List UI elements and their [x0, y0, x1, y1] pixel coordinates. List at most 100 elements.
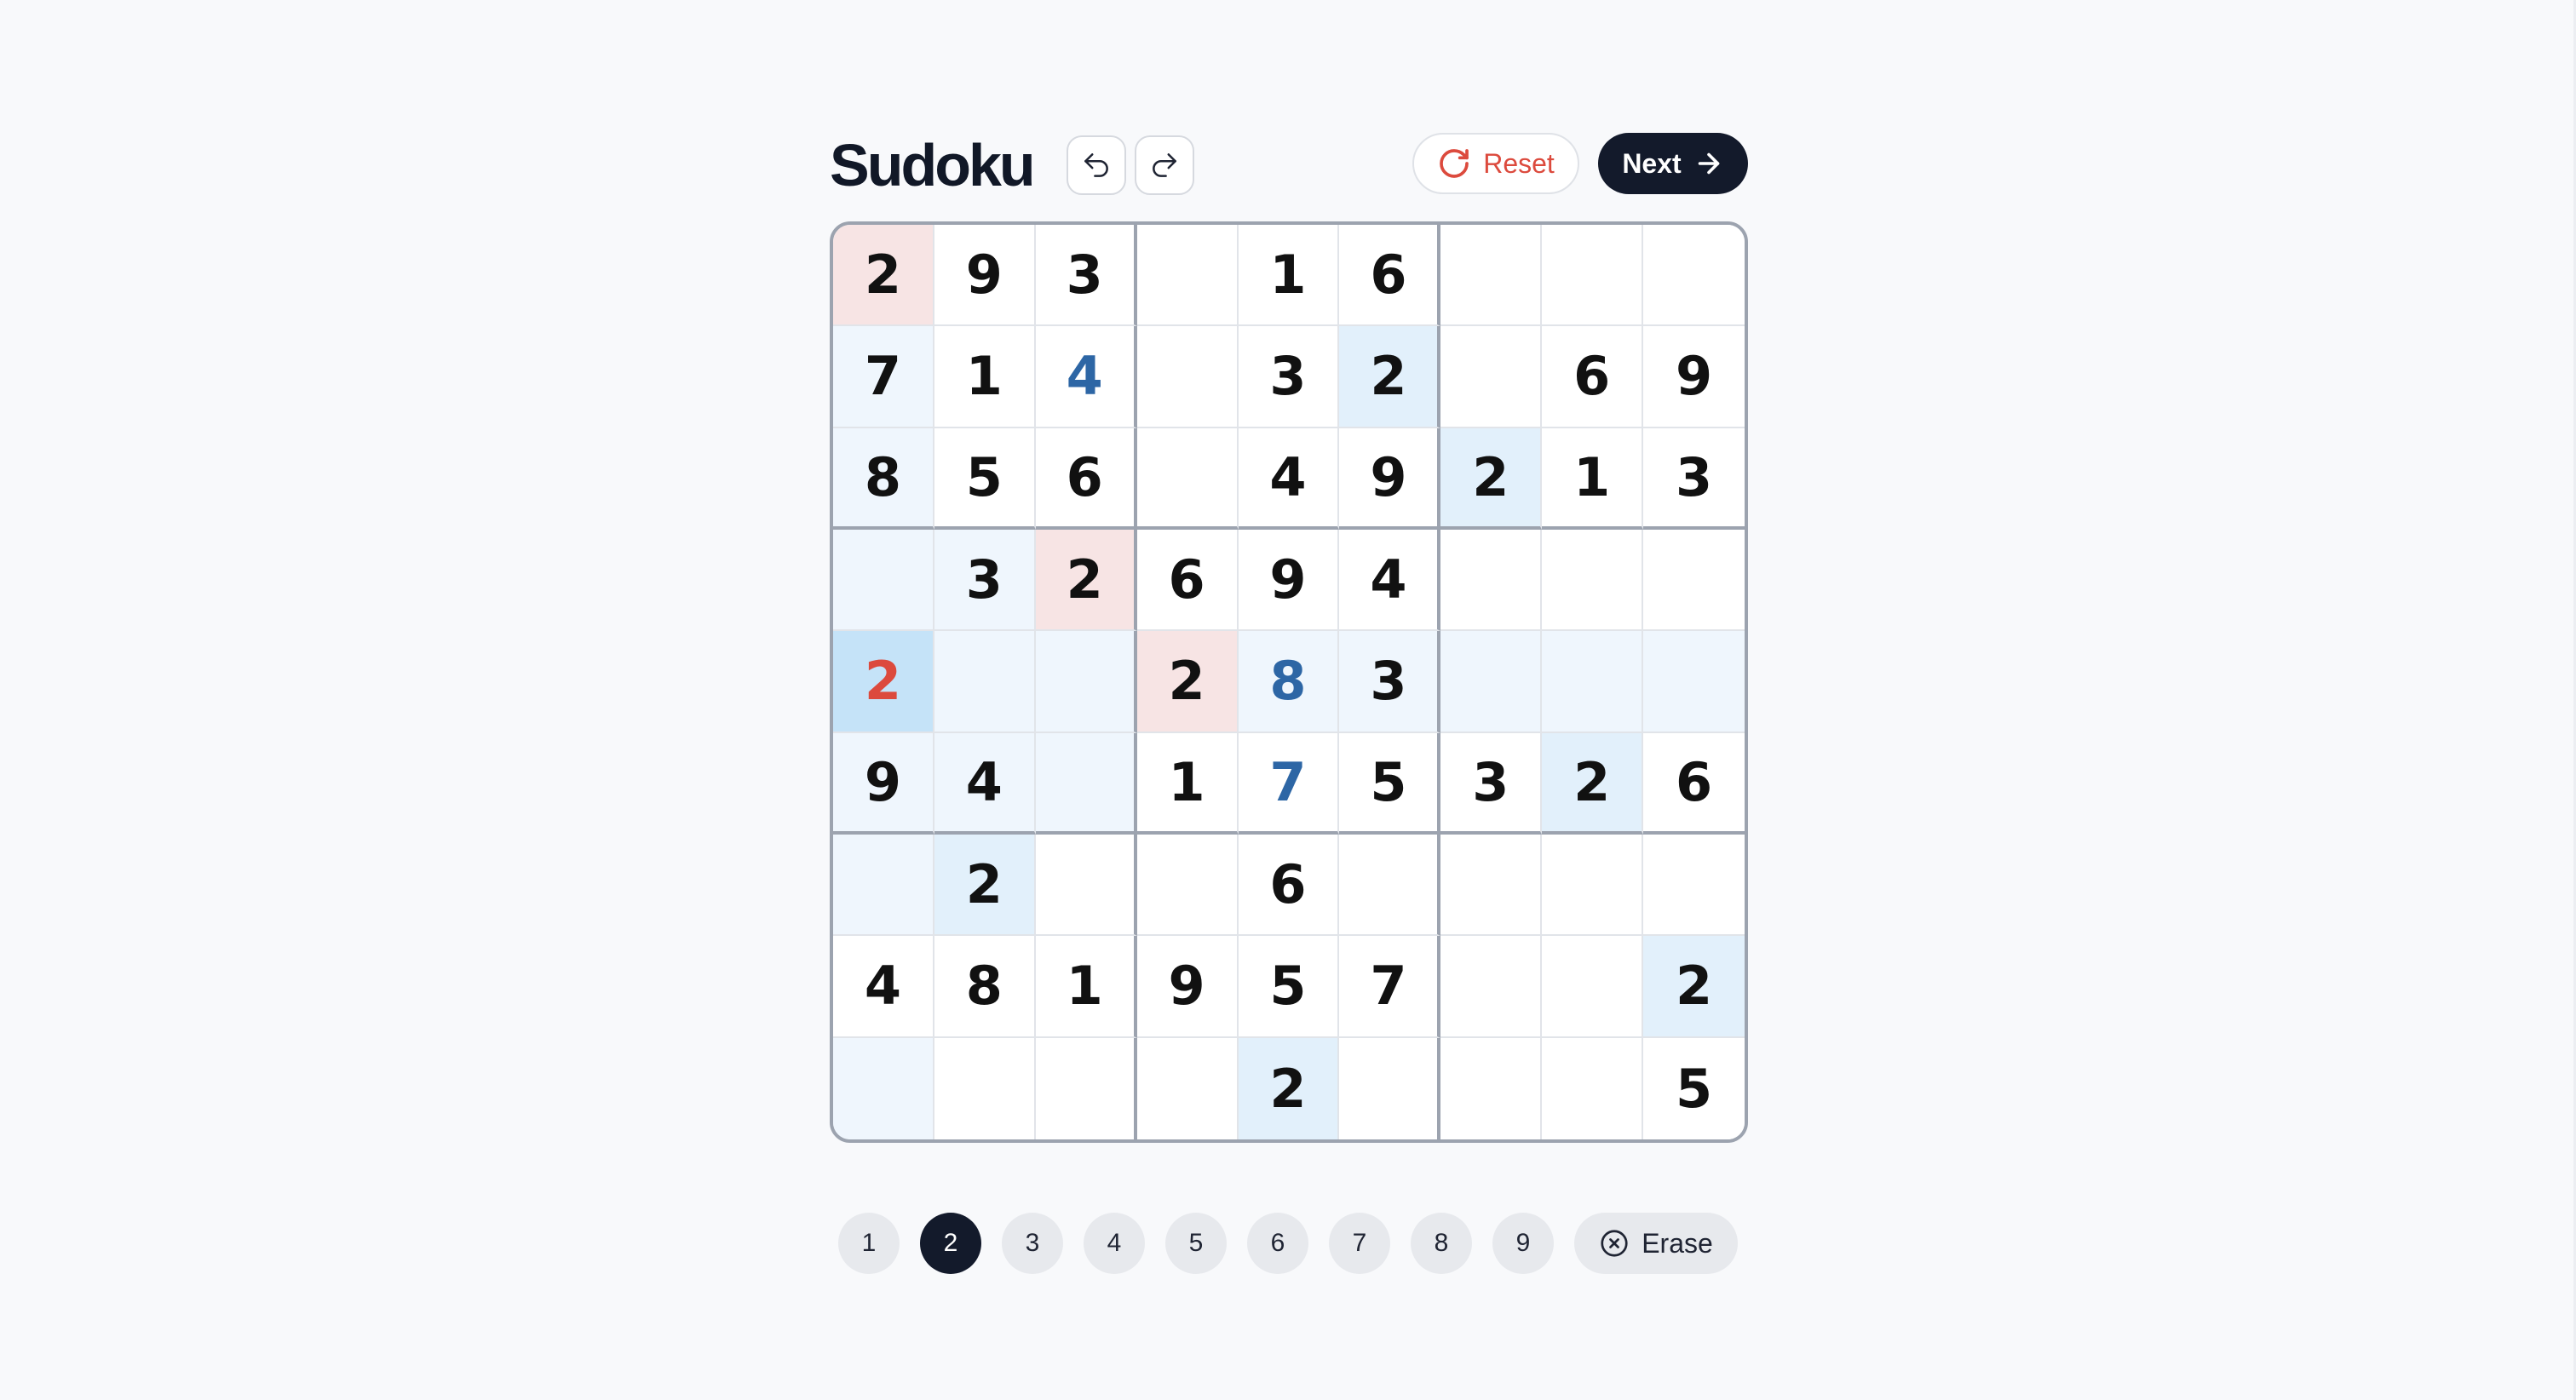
board-cell[interactable]: [934, 631, 1036, 733]
board-cell[interactable]: 4: [934, 732, 1036, 835]
board-cell[interactable]: [1440, 835, 1543, 937]
board-cell[interactable]: [1643, 530, 1745, 632]
reset-label: Reset: [1483, 147, 1555, 179]
board-cell[interactable]: 2: [1136, 631, 1239, 733]
board-cell[interactable]: 8: [934, 936, 1036, 1038]
board-cell[interactable]: 3: [1238, 326, 1340, 428]
board-cell[interactable]: 2: [1440, 427, 1543, 530]
board-cell[interactable]: [1440, 530, 1543, 632]
sudoku-board: 2931671432698564921332694228394175326264…: [830, 221, 1748, 1143]
board-cell[interactable]: [1643, 631, 1745, 733]
board-cell[interactable]: 2: [1238, 1037, 1340, 1139]
number-button-4[interactable]: 4: [1084, 1213, 1145, 1274]
board-cell[interactable]: 9: [1643, 326, 1745, 428]
board-cell[interactable]: [1136, 225, 1239, 327]
board-cell[interactable]: [1136, 326, 1239, 428]
board-cell[interactable]: 1: [1238, 225, 1340, 327]
number-button-7[interactable]: 7: [1329, 1213, 1390, 1274]
board-cell[interactable]: 9: [1136, 936, 1239, 1038]
reset-button[interactable]: Reset: [1412, 133, 1579, 194]
board-cell[interactable]: 9: [934, 225, 1036, 327]
board-cell[interactable]: 3: [934, 530, 1036, 632]
board-cell[interactable]: [1136, 1037, 1239, 1139]
board-cell[interactable]: 2: [1035, 530, 1137, 632]
board-cell[interactable]: 3: [1339, 631, 1441, 733]
board-cell[interactable]: [1440, 936, 1543, 1038]
board-cell[interactable]: [1035, 631, 1137, 733]
board-cell[interactable]: [1440, 225, 1543, 327]
board-cell[interactable]: [833, 530, 934, 632]
board-cell[interactable]: 3: [1440, 732, 1543, 835]
board-cell[interactable]: [1136, 427, 1239, 530]
board-cell[interactable]: [1035, 732, 1137, 835]
undo-button[interactable]: [1067, 135, 1126, 195]
board-cell[interactable]: 6: [1136, 530, 1239, 632]
number-button-9[interactable]: 9: [1492, 1213, 1554, 1274]
board-cell[interactable]: 6: [1542, 326, 1644, 428]
board-cell[interactable]: [1440, 326, 1543, 428]
refresh-icon: [1440, 149, 1469, 178]
arrow-right-icon: [1698, 152, 1719, 175]
board-cell[interactable]: [1035, 835, 1137, 937]
board-cell[interactable]: [1542, 835, 1644, 937]
board-cell[interactable]: 6: [1643, 732, 1745, 835]
number-button-6[interactable]: 6: [1247, 1213, 1308, 1274]
number-button-5[interactable]: 5: [1165, 1213, 1227, 1274]
board-cell[interactable]: 4: [833, 936, 934, 1038]
board-cell[interactable]: 7: [1339, 936, 1441, 1038]
board-cell[interactable]: [833, 835, 934, 937]
board-cell[interactable]: 2: [833, 631, 934, 733]
erase-button[interactable]: Erase: [1574, 1213, 1738, 1274]
board-cell[interactable]: 1: [1136, 732, 1239, 835]
board-cell[interactable]: 3: [1035, 225, 1137, 327]
erase-label: Erase: [1642, 1227, 1713, 1259]
board-cell[interactable]: 1: [934, 326, 1036, 428]
board-cell[interactable]: 5: [1238, 936, 1340, 1038]
board-cell[interactable]: [1542, 936, 1644, 1038]
board-cell[interactable]: [1542, 1037, 1644, 1139]
board-cell[interactable]: 6: [1339, 225, 1441, 327]
redo-button[interactable]: [1135, 135, 1194, 195]
board-cell[interactable]: [1440, 631, 1543, 733]
board-cell[interactable]: 5: [1339, 732, 1441, 835]
board-cell[interactable]: [833, 1037, 934, 1139]
number-button-3[interactable]: 3: [1002, 1213, 1063, 1274]
board-cell[interactable]: 8: [1238, 631, 1340, 733]
board-cell[interactable]: [934, 1037, 1036, 1139]
board-cell[interactable]: [1339, 1037, 1441, 1139]
board-cell[interactable]: [1440, 1037, 1543, 1139]
board-cell[interactable]: 5: [1643, 1037, 1745, 1139]
board-cell[interactable]: [1339, 835, 1441, 937]
board-cell[interactable]: [1136, 835, 1239, 937]
number-button-2[interactable]: 2: [920, 1213, 981, 1274]
board-cell[interactable]: 2: [1643, 936, 1745, 1038]
number-button-1[interactable]: 1: [838, 1213, 900, 1274]
board-cell[interactable]: 2: [934, 835, 1036, 937]
board-cell[interactable]: [1035, 1037, 1137, 1139]
board-cell[interactable]: 7: [1238, 732, 1340, 835]
board-cell[interactable]: [1542, 225, 1644, 327]
board-cell[interactable]: 8: [833, 427, 934, 530]
board-cell[interactable]: 1: [1035, 936, 1137, 1038]
board-cell[interactable]: [1643, 225, 1745, 327]
board-cell[interactable]: 4: [1035, 326, 1137, 428]
board-cell[interactable]: [1643, 835, 1745, 937]
number-button-8[interactable]: 8: [1411, 1213, 1472, 1274]
board-cell[interactable]: 7: [833, 326, 934, 428]
board-cell[interactable]: 3: [1643, 427, 1745, 530]
board-cell[interactable]: 4: [1339, 530, 1441, 632]
board-cell[interactable]: 9: [1238, 530, 1340, 632]
board-cell[interactable]: [1542, 530, 1644, 632]
board-cell[interactable]: 2: [1339, 326, 1441, 428]
board-cell[interactable]: 2: [833, 225, 934, 327]
board-cell[interactable]: 9: [833, 732, 934, 835]
board-cell[interactable]: 6: [1238, 835, 1340, 937]
board-cell[interactable]: 4: [1238, 427, 1340, 530]
board-cell[interactable]: 1: [1542, 427, 1644, 530]
board-cell[interactable]: 2: [1542, 732, 1644, 835]
next-button[interactable]: Next: [1598, 133, 1748, 194]
board-cell[interactable]: [1542, 631, 1644, 733]
board-cell[interactable]: 9: [1339, 427, 1441, 530]
board-cell[interactable]: 5: [934, 427, 1036, 530]
board-cell[interactable]: 6: [1035, 427, 1137, 530]
